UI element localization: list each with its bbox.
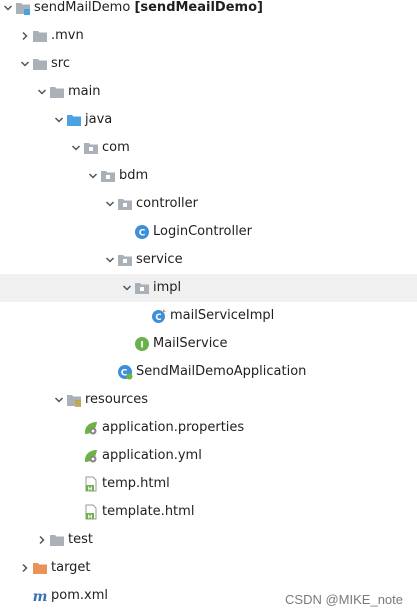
tree-node-label: target	[51, 560, 91, 575]
tree-node-label: pom.xml	[51, 588, 108, 603]
tree-node-impl[interactable]: impl	[0, 274, 417, 302]
tree-node-service[interactable]: service	[0, 246, 417, 274]
tree-node-label: .mvn	[51, 28, 84, 43]
maven-icon: m	[32, 588, 48, 604]
tree-node-java[interactable]: java	[0, 106, 417, 134]
tree-node-label: sendMailDemo [sendMeailDemo]	[34, 0, 263, 15]
svg-text:I: I	[140, 341, 143, 351]
chevron-down-icon[interactable]	[18, 50, 32, 78]
folder-icon	[49, 84, 65, 100]
tree-node-label: controller	[136, 196, 199, 211]
folder-icon	[32, 56, 48, 72]
tree-node-label: resources	[85, 392, 149, 407]
tree-node-mailservice[interactable]: I MailService	[0, 330, 417, 358]
tree-node-label: java	[85, 112, 113, 127]
svg-text:H: H	[88, 514, 93, 520]
tree-node-resources[interactable]: resources	[0, 386, 417, 414]
svg-text:m: m	[33, 589, 48, 604]
chevron-down-icon[interactable]	[103, 190, 117, 218]
chevron-down-icon[interactable]	[52, 386, 66, 414]
tree-node-template-html[interactable]: Htemplate.html	[0, 498, 417, 526]
spring-config-icon	[83, 448, 99, 464]
tree-node-label: SendMailDemoApplication	[136, 364, 307, 379]
tree-node-sendmaildemoapplication[interactable]: C SendMailDemoApplication	[0, 358, 417, 386]
tree-node-src[interactable]: src	[0, 50, 417, 78]
tree-node-label: src	[51, 56, 70, 71]
tree-node-bdm[interactable]: bdm	[0, 162, 417, 190]
chevron-right-icon[interactable]	[18, 22, 32, 50]
tree-node-label: application.yml	[102, 448, 202, 463]
resources-folder-icon	[66, 392, 82, 408]
package-icon	[83, 140, 99, 156]
package-icon	[117, 196, 133, 212]
tree-node-label: com	[102, 140, 130, 155]
tree-node-label: MailService	[153, 336, 228, 351]
tree-node-com[interactable]: com	[0, 134, 417, 162]
package-icon	[117, 252, 133, 268]
tree-node-test[interactable]: test	[0, 526, 417, 554]
project-folder-icon	[15, 0, 31, 16]
tree-node-label: mailServiceImpl	[170, 308, 275, 323]
tree-node-label: impl	[153, 280, 182, 295]
source-folder-icon	[66, 112, 82, 128]
watermark: CSDN @MIKE_note	[285, 592, 403, 607]
svg-text:C: C	[155, 313, 161, 323]
class-impl-icon: C	[151, 308, 167, 324]
chevron-down-icon[interactable]	[35, 78, 49, 106]
tree-node-mvn[interactable]: .mvn	[0, 22, 417, 50]
spring-app-class-icon: C	[117, 364, 133, 380]
svg-text:C: C	[139, 229, 146, 239]
tree-node-application-properties[interactable]: application.properties	[0, 414, 417, 442]
chevron-down-icon[interactable]	[103, 246, 117, 274]
package-icon	[100, 168, 116, 184]
tree-node-label: service	[136, 252, 183, 267]
tree-node-label: temp.html	[102, 476, 170, 491]
tree-node-target[interactable]: target	[0, 554, 417, 582]
tree-node-label: template.html	[102, 504, 195, 519]
html-file-icon: H	[83, 476, 99, 492]
tree-node-label: test	[68, 532, 93, 547]
module-name-label: [sendMeailDemo]	[134, 0, 263, 15]
folder-icon	[49, 532, 65, 548]
target-folder-icon	[32, 560, 48, 576]
folder-icon	[32, 28, 48, 44]
tree-node-label: LoginController	[153, 224, 253, 239]
spring-config-icon	[83, 420, 99, 436]
chevron-down-icon[interactable]	[69, 134, 83, 162]
chevron-right-icon[interactable]	[35, 526, 49, 554]
tree-node-label: application.properties	[102, 420, 245, 435]
tree-node-application-yml[interactable]: application.yml	[0, 442, 417, 470]
tree-node-mailserviceimpl[interactable]: CmailServiceImpl	[0, 302, 417, 330]
tree-node-main[interactable]: main	[0, 78, 417, 106]
html-file-icon: H	[83, 504, 99, 520]
svg-text:H: H	[88, 486, 93, 492]
tree-node-label: main	[68, 84, 101, 99]
interface-icon: I	[134, 336, 150, 352]
chevron-right-icon[interactable]	[18, 554, 32, 582]
chevron-down-icon[interactable]	[120, 274, 134, 302]
chevron-down-icon[interactable]	[86, 162, 100, 190]
class-icon: C	[134, 224, 150, 240]
tree-node-sendmaildemo[interactable]: sendMailDemo [sendMeailDemo]	[0, 0, 417, 22]
tree-node-label: bdm	[119, 168, 149, 183]
tree-node-controller[interactable]: controller	[0, 190, 417, 218]
chevron-down-icon[interactable]	[1, 0, 15, 22]
chevron-down-icon[interactable]	[52, 106, 66, 134]
tree-node-logincontroller[interactable]: C LoginController	[0, 218, 417, 246]
package-icon	[134, 280, 150, 296]
tree-node-temp-html[interactable]: Htemp.html	[0, 470, 417, 498]
